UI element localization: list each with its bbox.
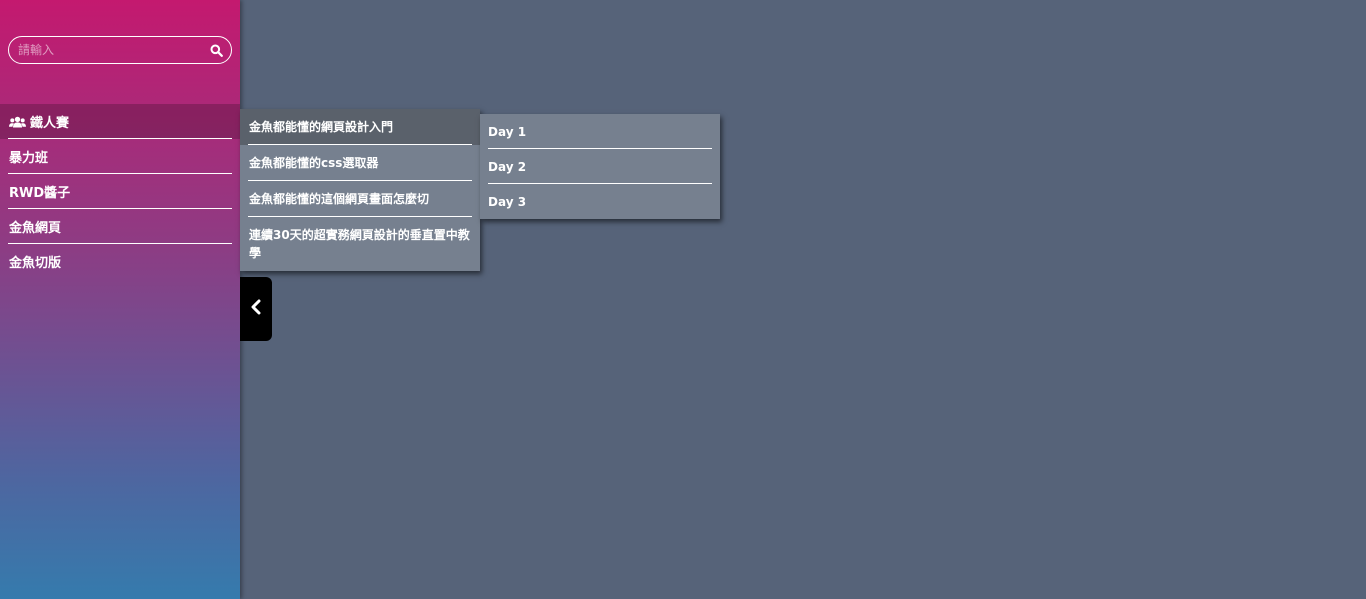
sidebar-menu: 鐵人賽 暴力班 RWD醬子 金魚網頁 金魚切版 — [0, 104, 240, 279]
sidebar-item-rwd[interactable]: RWD醬子 — [0, 174, 240, 209]
submenu-item-label: 金魚都能懂的css選取器 — [249, 156, 379, 170]
sidebar-item-label: 金魚網頁 — [9, 221, 62, 236]
submenu-item[interactable]: 金魚都能懂的這個網頁畫面怎麼切 — [240, 181, 480, 217]
search-input[interactable] — [9, 37, 201, 63]
submenu-level-2: 金魚都能懂的網頁設計入門 金魚都能懂的css選取器 金魚都能懂的這個網頁畫面怎麼… — [240, 109, 480, 271]
sidebar-item-label: 鐵人賽 — [30, 116, 70, 131]
sidebar-item-goldfish-slicing[interactable]: 金魚切版 — [0, 244, 240, 279]
sidebar-item-label: 暴力班 — [9, 151, 49, 166]
submenu-day-label: Day 1 — [488, 124, 527, 139]
submenu-item-label: 連續30天的超實務網頁設計的垂直置中教學 — [249, 228, 470, 260]
sidebar-item-ironman[interactable]: 鐵人賽 — [0, 104, 240, 139]
submenu-level-3: Day 1 Day 2 Day 3 — [480, 114, 720, 219]
sidebar: 鐵人賽 暴力班 RWD醬子 金魚網頁 金魚切版 — [0, 0, 240, 599]
submenu-day-label: Day 3 — [488, 194, 527, 209]
submenu-day-label: Day 2 — [488, 159, 527, 174]
submenu-item[interactable]: 連續30天的超實務網頁設計的垂直置中教學 — [240, 217, 480, 271]
sidebar-item-bootcamp[interactable]: 暴力班 — [0, 139, 240, 174]
submenu-day-item[interactable]: Day 1 — [480, 114, 720, 149]
submenu-item-label: 金魚都能懂的網頁設計入門 — [249, 120, 394, 134]
users-icon — [9, 116, 26, 128]
submenu-item[interactable]: 金魚都能懂的css選取器 — [240, 145, 480, 181]
sidebar-item-label: 金魚切版 — [9, 256, 62, 271]
search-icon[interactable] — [201, 37, 231, 63]
submenu-day-item[interactable]: Day 3 — [480, 184, 720, 219]
sidebar-item-goldfish-web[interactable]: 金魚網頁 — [0, 209, 240, 244]
sidebar-collapse-button[interactable] — [240, 277, 272, 341]
chevron-left-icon — [250, 299, 262, 319]
submenu-item[interactable]: 金魚都能懂的網頁設計入門 — [240, 109, 480, 145]
submenu-day-item[interactable]: Day 2 — [480, 149, 720, 184]
sidebar-item-label: RWD醬子 — [9, 186, 71, 201]
search-box — [8, 36, 232, 64]
submenu-item-label: 金魚都能懂的這個網頁畫面怎麼切 — [249, 192, 430, 206]
